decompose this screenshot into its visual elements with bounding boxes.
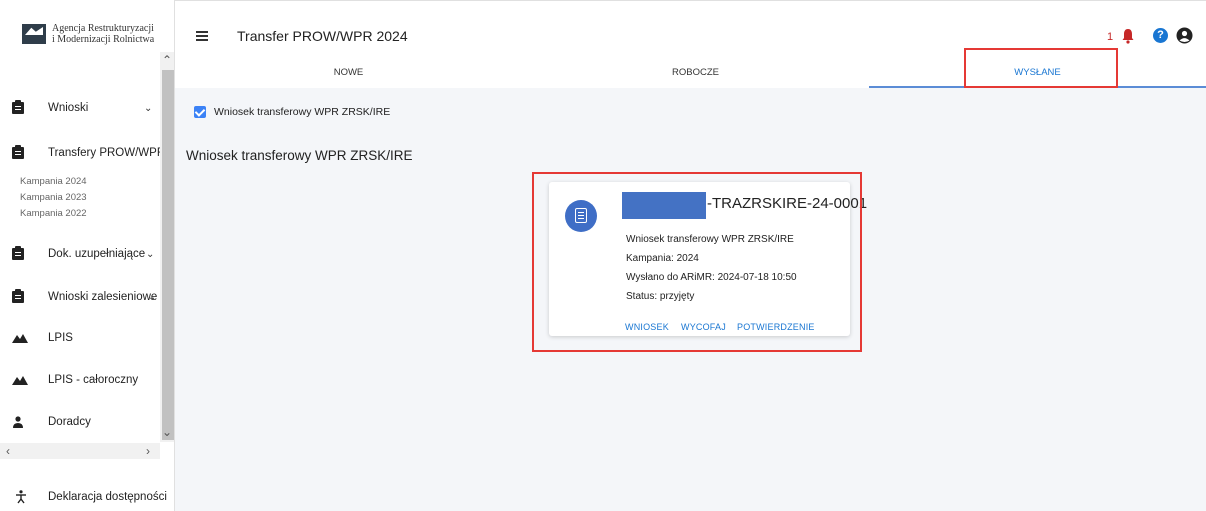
- agency-logo-icon: [22, 24, 46, 44]
- agency-logo-text: Agencja Restrukturyzacji i Modernizacji …: [52, 23, 155, 45]
- chevron-down-icon[interactable]: ⌄: [148, 292, 156, 303]
- sidebar-subitem-kampania-2024[interactable]: Kampania 2024: [20, 176, 87, 187]
- sidebar-item-wnioski-zalesieniowe[interactable]: Wnioski zalesieniowe ⌄: [0, 286, 160, 308]
- filter-checkbox-label[interactable]: Wniosek transferowy WPR ZRSK/IRE: [214, 106, 390, 118]
- sidebar-item-dok-uzupelniajace[interactable]: Dok. uzupełniające ⌄: [0, 243, 160, 265]
- clipboard-icon: [12, 145, 24, 159]
- person-icon: [13, 416, 23, 428]
- sidebar-item-lpis[interactable]: LPIS: [0, 327, 160, 349]
- sidebar-item-wnioski[interactable]: Wnioski ⌄: [0, 97, 160, 119]
- terrain-icon: [12, 334, 28, 343]
- highlight-box-card: [532, 172, 862, 352]
- section-title: Wniosek transferowy WPR ZRSK/IRE: [186, 148, 413, 163]
- account-icon[interactable]: [1176, 27, 1193, 44]
- clipboard-icon: [12, 100, 24, 114]
- help-icon[interactable]: ?: [1153, 28, 1168, 43]
- scrollbar-thumb[interactable]: [162, 70, 174, 440]
- chevron-down-icon[interactable]: ⌄: [144, 103, 152, 114]
- sidebar-subitem-kampania-2023[interactable]: Kampania 2023: [20, 192, 87, 203]
- app-root: Agencja Restrukturyzacji i Modernizacji …: [0, 0, 1206, 511]
- clipboard-icon: [12, 289, 24, 303]
- accessibility-declaration-link[interactable]: Deklaracja dostępności: [48, 491, 167, 503]
- chevron-down-icon[interactable]: ⌄: [146, 249, 154, 260]
- tab-robocze[interactable]: ROBOCZE: [522, 62, 869, 88]
- sidebar: Agencja Restrukturyzacji i Modernizacji …: [0, 0, 175, 511]
- sidebar-item-doradcy[interactable]: Doradcy: [0, 411, 160, 433]
- sidebar-horizontal-scrollbar[interactable]: ‹ ›: [0, 443, 160, 459]
- bell-icon[interactable]: [1121, 28, 1135, 44]
- page-title: Transfer PROW/WPR 2024: [237, 28, 408, 44]
- scroll-left-icon[interactable]: ‹: [6, 443, 10, 459]
- sidebar-item-transfery[interactable]: Transfery PROW/WPR: [0, 142, 165, 164]
- clipboard-icon: [12, 246, 24, 260]
- sidebar-vertical-scrollbar[interactable]: ⌃ ⌄: [160, 52, 174, 442]
- accessibility-icon: [16, 490, 26, 504]
- tab-nowe[interactable]: NOWE: [175, 62, 522, 88]
- sidebar-item-lpis-caloroczny[interactable]: LPIS - całoroczny: [0, 369, 160, 391]
- sidebar-subitem-kampania-2022[interactable]: Kampania 2022: [20, 208, 87, 219]
- filter-checkbox[interactable]: [194, 106, 206, 118]
- scroll-up-icon[interactable]: ⌃: [160, 52, 174, 68]
- highlight-box-tab: [964, 48, 1118, 88]
- hamburger-menu-icon[interactable]: [196, 31, 208, 41]
- scroll-right-icon[interactable]: ›: [146, 443, 150, 459]
- notification-count-badge: 1: [1107, 31, 1114, 43]
- terrain-icon: [12, 376, 28, 385]
- scroll-down-icon[interactable]: ⌄: [160, 424, 174, 440]
